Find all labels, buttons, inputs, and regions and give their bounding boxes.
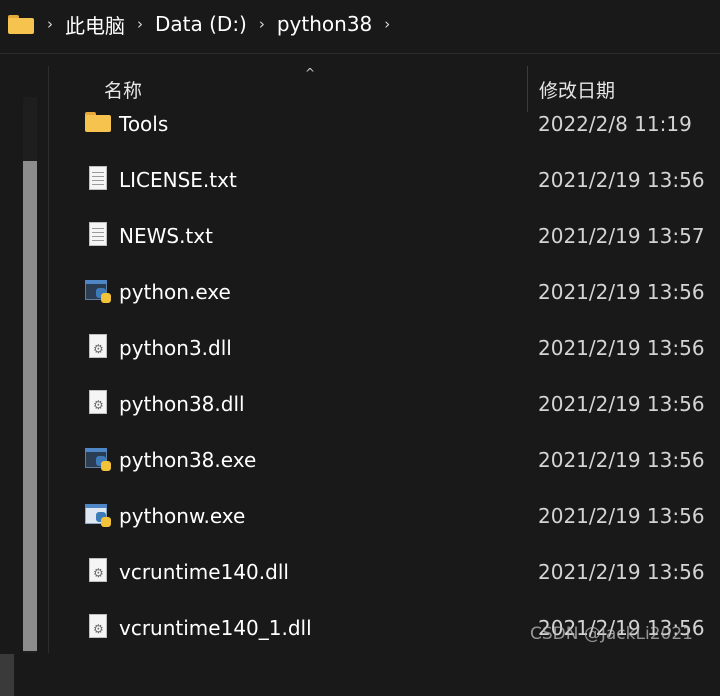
chevron-right-icon[interactable]: › [47, 15, 53, 33]
file-row[interactable]: ⚙ python38.dll 2021/2/19 13:56 [49, 376, 720, 432]
chevron-right-icon[interactable]: › [384, 15, 390, 33]
dll-file-icon: ⚙ [85, 558, 111, 584]
nav-scrollbar-thumb[interactable] [23, 161, 37, 651]
file-row[interactable]: NEWS.txt 2021/2/19 13:57 [49, 208, 720, 264]
nav-selected-item[interactable] [0, 654, 14, 696]
file-name: LICENSE.txt [119, 168, 237, 192]
dll-file-icon: ⚙ [85, 390, 111, 416]
file-date: 2021/2/19 13:57 [538, 224, 705, 248]
file-date: 2022/2/8 11:19 [538, 112, 692, 136]
breadcrumb-item-data-drive[interactable]: Data (D:) [155, 12, 247, 36]
chevron-right-icon[interactable]: › [137, 15, 143, 33]
dll-file-icon: ⚙ [85, 334, 111, 360]
file-name: pythonw.exe [119, 504, 246, 528]
file-date: 2021/2/19 13:56 [538, 504, 705, 528]
python-exe-icon [85, 446, 111, 472]
file-row[interactable]: LICENSE.txt 2021/2/19 13:56 [49, 152, 720, 208]
file-name: NEWS.txt [119, 224, 213, 248]
file-name: python38.dll [119, 392, 245, 416]
text-file-icon [85, 222, 111, 248]
sort-ascending-icon: ^ [305, 66, 316, 80]
chevron-right-icon[interactable]: › [259, 15, 265, 33]
file-row[interactable]: python.exe 2021/2/19 13:56 [49, 264, 720, 320]
file-row[interactable]: pythonw.exe 2021/2/19 13:56 [49, 488, 720, 544]
navigation-pane[interactable] [0, 66, 48, 696]
file-name: vcruntime140_1.dll [119, 616, 312, 640]
watermark: CSDN @JackLi2021 [530, 624, 693, 644]
file-row[interactable]: ⚙ vcruntime140.dll 2021/2/19 13:56 [49, 544, 720, 600]
file-date: 2021/2/19 13:56 [538, 168, 705, 192]
file-date: 2021/2/19 13:56 [538, 448, 705, 472]
python-exe-icon [85, 278, 111, 304]
folder-icon [85, 110, 111, 136]
file-name: vcruntime140.dll [119, 560, 289, 584]
file-date: 2021/2/19 13:56 [538, 392, 705, 416]
file-row[interactable]: python38.exe 2021/2/19 13:56 [49, 432, 720, 488]
file-name: python.exe [119, 280, 231, 304]
file-date: 2021/2/19 13:56 [538, 280, 705, 304]
file-name: python3.dll [119, 336, 232, 360]
file-row[interactable]: Tools 2022/2/8 11:19 [49, 96, 720, 152]
file-row[interactable]: ⚙ python3.dll 2021/2/19 13:56 [49, 320, 720, 376]
toolbar-divider [0, 53, 720, 54]
pythonw-exe-icon [85, 502, 111, 528]
file-name: python38.exe [119, 448, 257, 472]
text-file-icon [85, 166, 111, 192]
breadcrumb-item-this-pc[interactable]: 此电脑 [65, 10, 125, 39]
file-date: 2021/2/19 13:56 [538, 336, 705, 360]
dll-file-icon: ⚙ [85, 614, 111, 640]
file-name: Tools [119, 112, 169, 136]
folder-icon [8, 14, 35, 34]
file-date: 2021/2/19 13:56 [538, 560, 705, 584]
breadcrumb-item-python38[interactable]: python38 [277, 12, 372, 36]
address-bar[interactable]: › 此电脑 › Data (D:) › python38 › [0, 0, 720, 48]
